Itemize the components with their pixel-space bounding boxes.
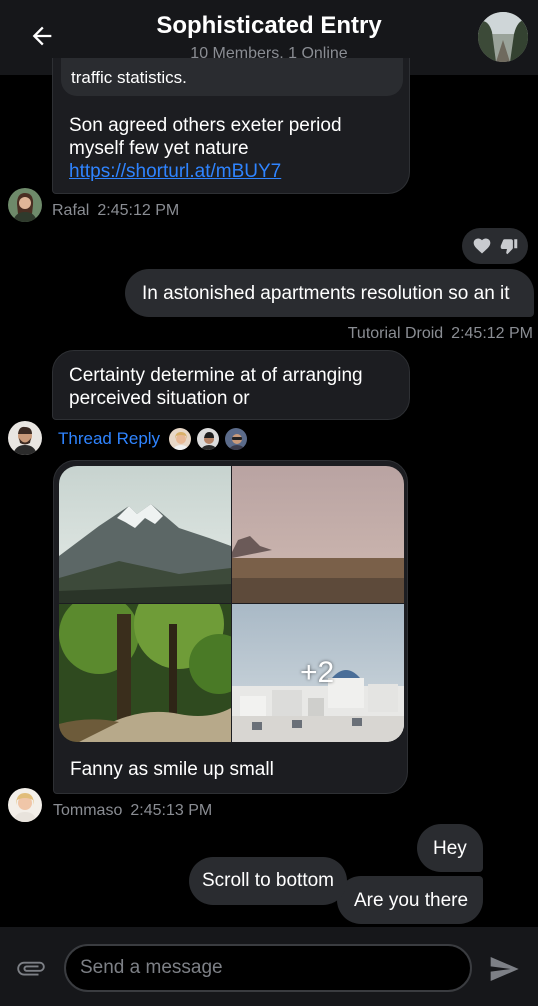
message-composer — [0, 927, 538, 1006]
message-text: Hey — [433, 838, 467, 859]
avatar[interactable] — [8, 421, 42, 455]
own-message-bubble[interactable]: In astonished apartments resolution so a… — [125, 269, 534, 317]
gallery-message-bubble[interactable]: +2 Fanny as smile up small — [53, 460, 408, 794]
reaction-list[interactable] — [462, 228, 528, 264]
scroll-to-bottom-button[interactable]: Scroll to bottom — [189, 857, 347, 905]
message-text: Certainty determine at of arranging perc… — [69, 365, 363, 409]
thread-participant-avatar — [224, 427, 249, 451]
gallery-image-foggy-field[interactable] — [232, 466, 404, 603]
quoted-message[interactable]: traffic statistics. — [61, 58, 403, 96]
own-message-bubble[interactable]: Hey — [417, 824, 483, 872]
message-text: In astonished apartments resolution so a… — [142, 283, 510, 304]
thumbs-down-icon[interactable] — [500, 237, 518, 255]
message-bubble[interactable]: traffic statistics. Son agreed others ex… — [52, 58, 410, 194]
heart-icon[interactable] — [472, 236, 492, 256]
attach-button[interactable] — [14, 953, 48, 983]
author-name: Rafal — [52, 202, 90, 219]
thread-participant-avatar — [196, 427, 221, 451]
message-meta: Tutorial Droid 2:45:12 PM — [348, 325, 533, 343]
image-gallery[interactable]: +2 — [59, 466, 404, 742]
message-time: 2:45:13 PM — [130, 802, 213, 819]
author-name: Tutorial Droid — [347, 325, 444, 342]
message-meta: Rafal 2:45:12 PM — [52, 202, 179, 220]
paperclip-icon — [17, 961, 45, 976]
avatar[interactable] — [8, 188, 42, 222]
gallery-image-santorini[interactable]: +2 — [232, 604, 404, 742]
gallery-image-forest[interactable] — [59, 604, 231, 742]
send-button[interactable] — [486, 951, 522, 987]
message-link[interactable]: https://shorturl.at/mBUY7 — [69, 161, 281, 182]
message-text: Fanny as smile up small — [70, 759, 274, 780]
more-images-count[interactable]: +2 — [300, 656, 334, 690]
message-time: 2:45:12 PM — [451, 325, 533, 342]
avatar[interactable] — [8, 788, 42, 822]
thread-reply-link[interactable]: Thread Reply — [58, 429, 160, 449]
channel-avatar[interactable] — [478, 12, 528, 62]
message-text: Are you there — [354, 890, 469, 911]
quoted-message-text: traffic statistics. — [71, 68, 187, 87]
thread-reply-row[interactable]: Thread Reply — [58, 426, 252, 452]
message-meta: Tommaso 2:45:13 PM — [53, 802, 212, 820]
message-time: 2:45:12 PM — [97, 202, 180, 219]
message-text: Son agreed others exeter period myself f… — [69, 115, 342, 182]
message-bubble[interactable]: Certainty determine at of arranging perc… — [52, 350, 410, 420]
author-name: Tommaso — [53, 802, 123, 819]
gallery-image-mountain[interactable] — [59, 466, 231, 603]
thread-participant-avatar — [168, 427, 193, 451]
send-icon — [490, 957, 519, 981]
own-message-bubble[interactable]: Are you there — [337, 876, 483, 924]
channel-title[interactable]: Sophisticated Entry — [0, 12, 538, 40]
message-input[interactable] — [64, 944, 472, 992]
